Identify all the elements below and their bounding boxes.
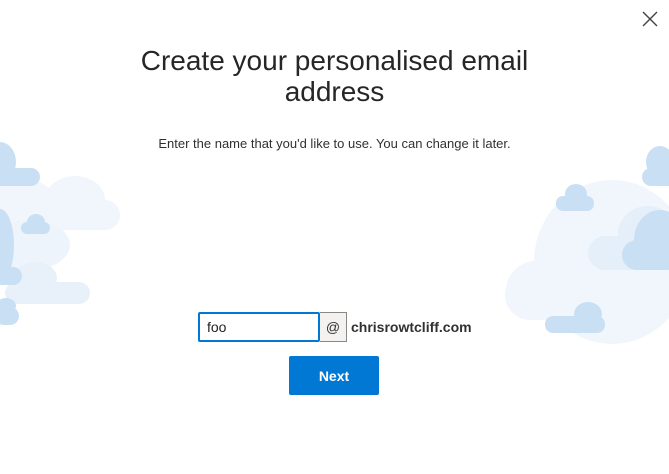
right-clouds <box>505 146 669 344</box>
dialog-subtitle: Enter the name that you'd like to use. Y… <box>158 136 511 151</box>
next-button[interactable]: Next <box>289 356 379 395</box>
dialog-title: Create your personalised email address <box>140 45 529 107</box>
email-name-input[interactable] <box>198 312 320 342</box>
create-email-dialog: Create your personalised email address E… <box>0 0 669 474</box>
left-clouds <box>0 142 120 325</box>
email-address-row: @ chrisrowtcliff.com <box>198 312 472 342</box>
email-domain: chrisrowtcliff.com <box>351 319 472 335</box>
at-symbol: @ <box>320 312 347 342</box>
close-icon <box>642 11 658 27</box>
close-button[interactable] <box>637 6 663 32</box>
